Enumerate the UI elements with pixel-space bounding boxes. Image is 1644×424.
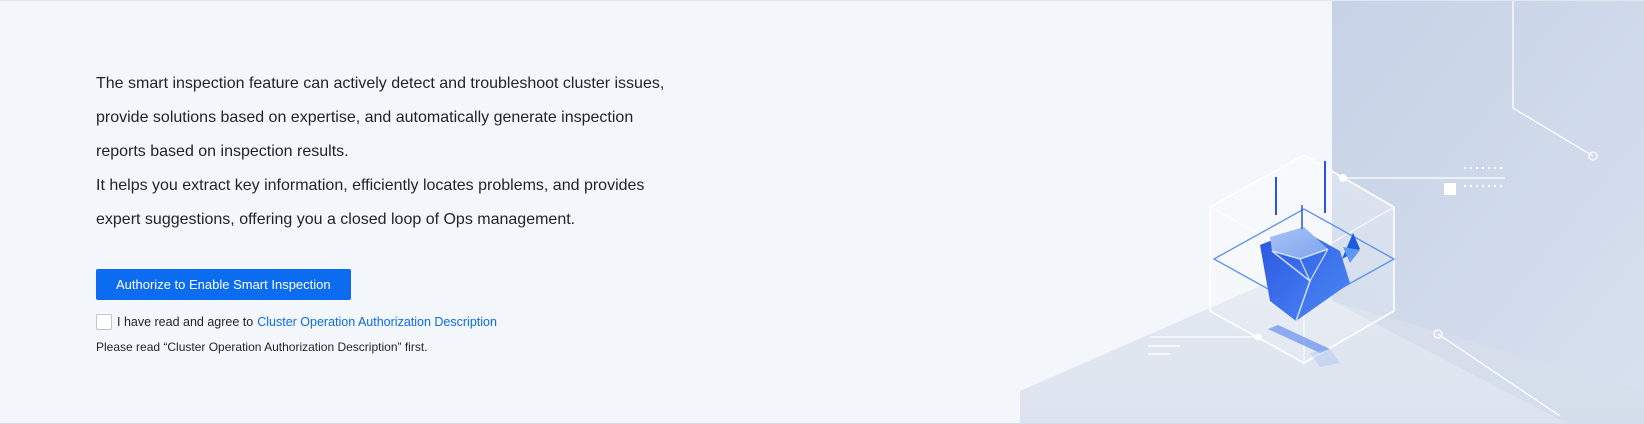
intro-content: The smart inspection feature can activel… [96, 67, 696, 354]
agreement-checkbox[interactable] [96, 314, 112, 330]
authorization-description-link[interactable]: Cluster Operation Authorization Descript… [257, 315, 497, 329]
description-line: expert suggestions, offering you a close… [96, 211, 576, 228]
description-line: The smart inspection feature can activel… [96, 75, 665, 92]
description-line: provide solutions based on expertise, an… [96, 109, 634, 126]
description-line: It helps you extract key information, ef… [96, 177, 645, 194]
feature-description: The smart inspection feature can activel… [96, 67, 696, 237]
agreement-row: I have read and agree to Cluster Operati… [96, 314, 696, 330]
smart-inspection-banner: The smart inspection feature can activel… [0, 0, 1644, 424]
agreement-prefix: I have read and agree to [117, 315, 254, 329]
authorize-enable-inspection-button[interactable]: Authorize to Enable Smart Inspection [96, 269, 351, 300]
description-line: reports based on inspection results. [96, 143, 349, 160]
agreement-hint: Please read “Cluster Operation Authoriza… [96, 340, 428, 354]
diamond-cube-illustration [1020, 1, 1644, 423]
